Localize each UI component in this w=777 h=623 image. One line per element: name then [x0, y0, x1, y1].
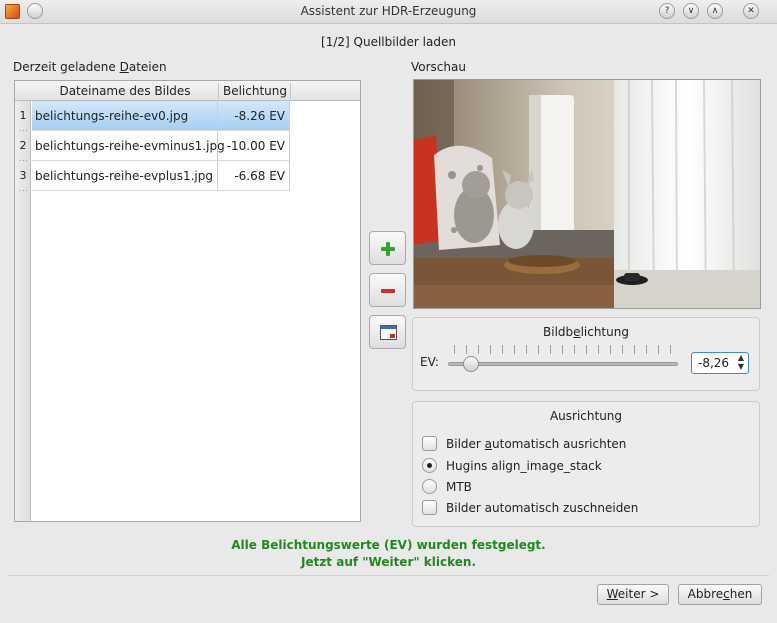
add-image-button[interactable] — [369, 231, 406, 265]
row-number: 1 — [19, 109, 27, 122]
maximize-button[interactable]: ∧ — [707, 3, 723, 19]
column-header-exposure[interactable]: Belichtung — [219, 84, 291, 98]
image-file-table[interactable]: Dateiname des Bildes Belichtung 1 ... be… — [14, 80, 361, 522]
table-row[interactable]: 2 ... belichtungs-reihe-evminus1.jpg -10… — [15, 131, 305, 163]
auto-crop-checkbox[interactable] — [422, 500, 437, 515]
exposure-slider[interactable] — [448, 362, 678, 366]
close-button[interactable]: ✕ — [743, 3, 759, 19]
filename-cell[interactable]: belichtungs-reihe-evminus1.jpg — [32, 131, 225, 161]
alignment-group-title: Ausrichtung — [549, 409, 623, 423]
row-number: 3 — [19, 169, 27, 182]
minimize-button[interactable]: ∨ — [683, 3, 699, 19]
status-message-line2: Jetzt auf "Weiter" klicken. — [300, 555, 477, 569]
auto-crop-label: Bilder automatisch zuschneiden — [446, 501, 639, 515]
plus-icon — [381, 242, 395, 256]
footer-divider — [8, 575, 769, 576]
filename-cell[interactable]: belichtungs-reihe-evplus1.jpg — [32, 161, 218, 191]
cancel-button[interactable]: Abbrechen — [678, 584, 762, 605]
exposure-spinbox[interactable]: -8,26 ▲ ▼ — [691, 352, 749, 374]
ev-label: EV: — [420, 355, 439, 369]
table-header: Dateiname des Bildes Belichtung — [15, 81, 360, 101]
wizard-window: [1/2] Quellbilder laden Derzeit geladene… — [0, 24, 777, 623]
row-number: 2 — [19, 139, 27, 152]
exposure-slider-handle[interactable] — [463, 356, 479, 372]
auto-align-checkbox[interactable] — [422, 436, 437, 451]
auto-align-label: Bilder automatisch ausrichten — [446, 437, 627, 451]
row-resize-handle[interactable]: ... — [19, 185, 29, 193]
exposure-cell[interactable]: -8.26 EV — [218, 101, 290, 131]
mtb-label: MTB — [446, 480, 472, 494]
loaded-files-label: Derzeit geladene Dateien — [13, 60, 167, 74]
preview-image — [413, 79, 761, 309]
preview-label: Vorschau — [411, 60, 466, 74]
filename-cell[interactable]: belichtungs-reihe-ev0.jpg — [32, 101, 218, 131]
status-message-line1: Alle Belichtungswerte (EV) wurden festge… — [231, 538, 546, 552]
next-button[interactable]: Weiter > — [597, 584, 669, 605]
hugin-align-radio[interactable] — [422, 458, 437, 473]
spin-arrows-icon[interactable]: ▲ ▼ — [738, 353, 744, 371]
image-window-icon — [380, 325, 397, 340]
step-title: [1/2] Quellbilder laden — [321, 35, 456, 49]
minus-icon — [381, 289, 395, 293]
title-bar: Assistent zur HDR-Erzeugung ? ∨ ∧ ✕ — [0, 0, 777, 24]
exposure-value[interactable]: -8,26 — [698, 356, 729, 370]
remove-image-button[interactable] — [369, 273, 406, 307]
show-image-button[interactable] — [369, 315, 406, 349]
mtb-radio[interactable] — [422, 479, 437, 494]
slider-ticks — [454, 345, 674, 354]
help-button[interactable]: ? — [659, 3, 675, 19]
alignment-group: Ausrichtung Bilder automatisch ausrichte… — [412, 401, 760, 527]
table-row[interactable]: 1 ... belichtungs-reihe-ev0.jpg -8.26 EV — [15, 101, 305, 133]
column-header-filename[interactable]: Dateiname des Bildes — [32, 84, 218, 98]
hugin-align-label: Hugins align_image_stack — [446, 459, 602, 473]
exposure-cell[interactable]: -10.00 EV — [218, 131, 290, 161]
exposure-group: Bildbelichtung EV: -8,26 ▲ ▼ — [412, 317, 760, 391]
exposure-group-title: Bildbelichtung — [543, 325, 629, 339]
table-row[interactable]: 3 ... belichtungs-reihe-evplus1.jpg -6.6… — [15, 161, 305, 193]
exposure-cell[interactable]: -6.68 EV — [218, 161, 290, 191]
